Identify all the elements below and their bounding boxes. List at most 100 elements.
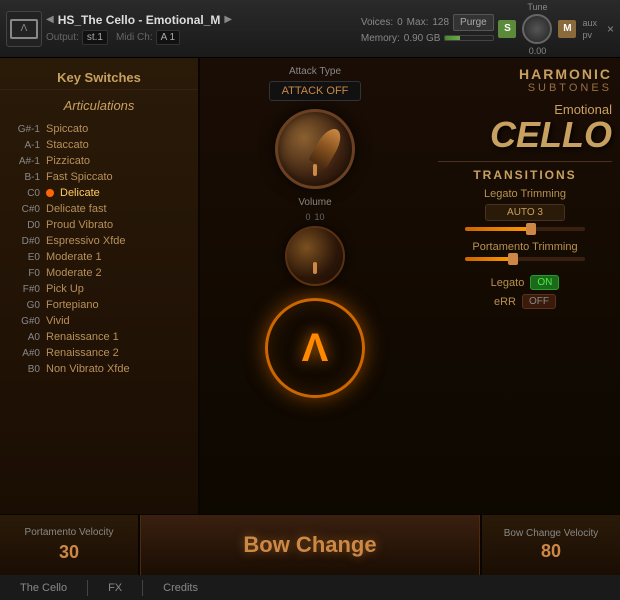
lambda-symbol: Λ	[302, 326, 329, 371]
legato-toggle-button[interactable]: ON	[530, 275, 559, 290]
voices-value: 0	[397, 17, 403, 28]
articulations-header: Articulations	[0, 94, 198, 117]
err-toggle-row: eRR OFF	[438, 294, 612, 309]
voices-info: Voices: 0 Max: 128 Purge Memory: 0.90 GB	[361, 14, 495, 44]
bow-change-velocity-label: Bow Change Velocity	[504, 528, 599, 539]
art-item-14[interactable]: A#0 Renaissance 2	[0, 345, 198, 361]
art-item-12[interactable]: G#0 Vivid	[0, 313, 198, 329]
m-button[interactable]: M	[558, 20, 576, 38]
bow-change-velocity-box: Bow Change Velocity 80	[480, 515, 620, 575]
midi-dropdown[interactable]: A 1	[156, 30, 180, 45]
footer-fx[interactable]: FX	[96, 580, 134, 596]
tune-label: Tune	[527, 2, 547, 12]
nav-next-arrow[interactable]: ▶	[224, 14, 232, 25]
instrument-title: HS_The Cello - Emotional_M	[58, 13, 221, 27]
legato-toggle-row: Legato ON	[438, 275, 612, 290]
art-item-6[interactable]: D0 Proud Vibrato	[0, 217, 198, 233]
tune-value: 0.00	[529, 46, 547, 56]
footer-credits[interactable]: Credits	[151, 580, 210, 596]
footer-divider-2	[142, 580, 143, 596]
left-panel: Key Switches Articulations G#-1 Spiccato…	[0, 58, 200, 514]
portamento-slider-fill	[465, 257, 513, 261]
footer-divider-1	[87, 580, 88, 596]
instrument-name-bar: ◀ HS_The Cello - Emotional_M ▶ Output: s…	[46, 13, 357, 45]
midi-info: Midi Ch: A 1	[116, 30, 180, 45]
attack-type-label: Attack Type	[289, 66, 341, 77]
footer-the-cello[interactable]: The Cello	[8, 580, 79, 596]
art-item-11[interactable]: G0 Fortepiano	[0, 297, 198, 313]
art-item-7[interactable]: D#0 Espressivo Xfde	[0, 233, 198, 249]
art-item-15[interactable]: B0 Non Vibrato Xfde	[0, 361, 198, 377]
tune-knob[interactable]	[522, 14, 552, 44]
volume-scale: 0 10	[305, 212, 324, 222]
memory-progress-bar	[444, 35, 494, 41]
subtones-text: SUBTONES	[528, 82, 612, 94]
art-item-0[interactable]: G#-1 Spiccato	[0, 121, 198, 137]
portamento-velocity-value: 30	[59, 542, 79, 563]
volume-knob[interactable]	[285, 226, 345, 286]
legato-trimming-section: Legato Trimming AUTO 3	[438, 188, 612, 231]
portamento-slider-thumb[interactable]	[508, 253, 518, 265]
portamento-velocity-label: Portamento Velocity	[25, 527, 114, 538]
legato-slider-thumb[interactable]	[526, 223, 536, 235]
err-label: eRR	[494, 296, 516, 308]
close-button[interactable]: ×	[607, 22, 614, 36]
memory-row: Memory: 0.90 GB	[361, 33, 495, 44]
art-item-10[interactable]: F#0 Pick Up	[0, 281, 198, 297]
bullet-decoration	[308, 125, 345, 170]
art-item-13[interactable]: A0 Renaissance 1	[0, 329, 198, 345]
art-item-3[interactable]: B-1 Fast Spiccato	[0, 169, 198, 185]
volume-label: Volume	[298, 197, 331, 208]
bottom-bar: Portamento Velocity 30 Bow Change Bow Ch…	[0, 514, 620, 574]
attack-knob[interactable]	[275, 109, 355, 189]
bow-change-box[interactable]: Bow Change	[140, 515, 480, 575]
logo-text: Λ	[21, 23, 28, 34]
max-value: 128	[432, 17, 449, 28]
art-item-1[interactable]: A-1 Staccato	[0, 137, 198, 153]
title-row: ◀ HS_The Cello - Emotional_M ▶	[46, 13, 357, 27]
center-panel: Attack Type ATTACK OFF Volume 0 10 Λ	[200, 58, 430, 514]
active-dot	[46, 189, 54, 197]
main-area: Key Switches Articulations G#-1 Spiccato…	[0, 58, 620, 514]
portamento-velocity-box: Portamento Velocity 30	[0, 515, 140, 575]
art-item-4[interactable]: C0 Delicate	[0, 185, 198, 201]
cello-visual-area: Λ	[208, 298, 422, 398]
harmonic-text: HARMONIC	[519, 66, 612, 82]
legato-slider-track[interactable]	[465, 227, 585, 231]
voices-row: Voices: 0 Max: 128 Purge	[361, 14, 495, 31]
tune-knob-group: Tune 0.00	[522, 2, 552, 56]
art-item-5[interactable]: C#0 Delicate fast	[0, 201, 198, 217]
purge-button[interactable]: Purge	[453, 14, 494, 31]
attack-off-display[interactable]: ATTACK OFF	[269, 81, 362, 101]
portamento-slider-track[interactable]	[465, 257, 585, 261]
brand-logo: HARMONIC SUBTONES	[438, 66, 612, 94]
bow-change-label: Bow Change	[243, 532, 376, 558]
volume-min: 0	[305, 212, 310, 222]
memory-label: Memory:	[361, 33, 400, 44]
art-item-2[interactable]: A#-1 Pizzicato	[0, 153, 198, 169]
memory-progress-fill	[445, 36, 459, 40]
art-item-8[interactable]: E0 Moderate 1	[0, 249, 198, 265]
memory-value: 0.90 GB	[404, 33, 441, 44]
legato-slider-container	[438, 227, 612, 231]
err-toggle-button[interactable]: OFF	[522, 294, 556, 309]
top-right-controls: S Tune 0.00 M aux pv ×	[498, 2, 614, 56]
orange-ring-decoration: Λ	[265, 298, 365, 398]
legato-auto-dropdown[interactable]: AUTO 3	[485, 204, 565, 221]
s-button[interactable]: S	[498, 20, 516, 38]
portamento-trimming-label: Portamento Trimming	[438, 241, 612, 253]
attack-knob-container	[275, 109, 355, 189]
art-item-9[interactable]: F0 Moderate 2	[0, 265, 198, 281]
top-bar: Λ ◀ HS_The Cello - Emotional_M ▶ Output:…	[0, 0, 620, 58]
footer: The Cello FX Credits	[0, 574, 620, 600]
nav-prev-arrow[interactable]: ◀	[46, 14, 54, 25]
legato-toggle-label: Legato	[491, 277, 525, 289]
logo-button[interactable]: Λ	[6, 11, 42, 47]
output-dropdown[interactable]: st.1	[82, 30, 108, 45]
cello-big-text: CELLO	[438, 117, 612, 153]
portamento-trimming-section: Portamento Trimming	[438, 241, 612, 261]
key-switches-header: Key Switches	[0, 66, 198, 90]
transitions-label: TRANSITIONS	[438, 161, 612, 182]
right-panel: HARMONIC SUBTONES Emotional CELLO TRANSI…	[430, 58, 620, 514]
bow-change-velocity-value: 80	[541, 541, 561, 562]
